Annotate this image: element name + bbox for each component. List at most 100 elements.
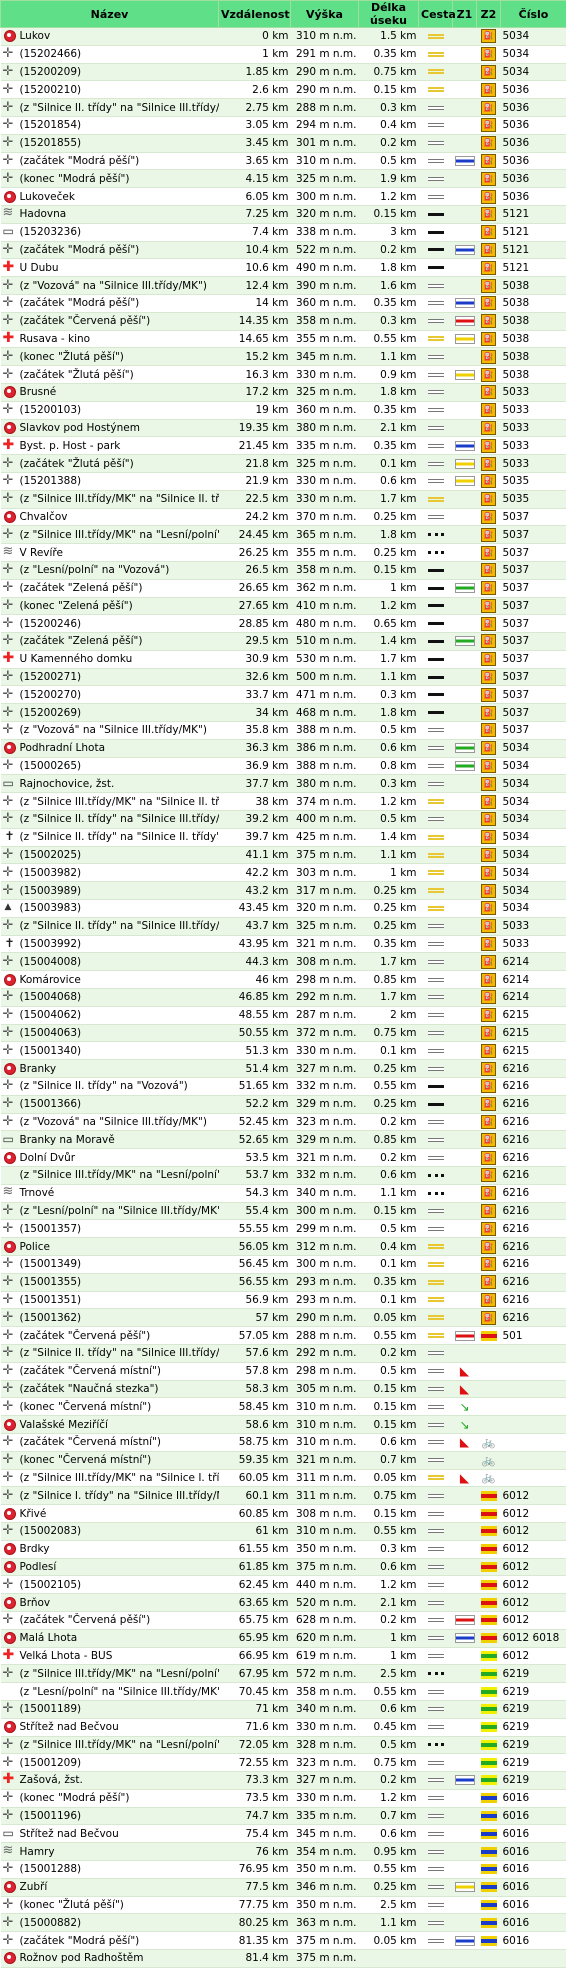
table-row[interactable]: (z "Silnice II. třídy" na "Silnice III.t… (0, 810, 566, 829)
table-row[interactable]: (15001196) 74.7 km335 m n.m.0.7 km 6016 (0, 1807, 566, 1826)
table-row[interactable]: (z "Silnice II. třídy" na "Silnice III.t… (0, 98, 566, 117)
table-row[interactable]: Zubří 77.5 km 346 m n.m. 0.25 km 6016 (0, 1878, 566, 1897)
table-row[interactable]: (začátek "Žlutá pěší") 21.8 km325 m n.m.0… (0, 454, 566, 473)
table-row[interactable]: (15002083) 61 km310 m n.m.0.55 km 6012 (0, 1522, 566, 1541)
table-row[interactable]: Zašová, žst. 73.3 km327 m n.m.0.2 km 6219 (0, 1771, 566, 1790)
table-row[interactable]: Střítež nad Bečvou 75.4 km345 m n.m.0.6 k… (0, 1824, 566, 1844)
table-row[interactable]: Malá Lhota 65.95 km 620 m n.m. 1 km 6012 601… (0, 1629, 566, 1648)
table-row[interactable]: (začátek "Zelená pěší") 29.5 km510 m n.m.… (0, 632, 566, 651)
table-row[interactable]: Branky 51.4 km 327 m n.m. 0.25 km ⛽ 6216 (0, 1059, 566, 1079)
table-row[interactable]: (z "Silnice I. třídy" na "Silnice III.tř… (0, 1486, 566, 1506)
table-row[interactable]: Hamry 76 km354 m n.m.0.95 km 6016 (0, 1842, 566, 1862)
table-row[interactable]: (15201855) 3.45 km301 m n.m.0.2 km ⛽ 5036 (0, 134, 566, 153)
table-row[interactable]: (15200103) 19 km360 m n.m.0.35 km ⛽ 5033 (0, 401, 566, 420)
table-row[interactable]: (15001355) 56.55 km293 m n.m.0.35 km ⛽ 6216 (0, 1273, 566, 1292)
table-row[interactable]: Brňov 63.65 km 520 m n.m. 2.1 km 6012 (0, 1593, 566, 1612)
table-row[interactable]: (začátek "Zelená pěší") 26.65 km362 m n.m… (0, 579, 566, 598)
table-row[interactable]: (15001209) 72.55 km323 m n.m.0.75 km 6219 (0, 1753, 566, 1773)
table-row[interactable]: (z "Silnice II. třídy" na "Vozová") 51.65… (0, 1077, 566, 1096)
table-row[interactable]: (15200269) 34 km468 m n.m.1.8 km ⛽ 5037 (0, 703, 566, 723)
table-row[interactable]: (začátek "Modrá pěší") 3.65 km310 m n.m.0… (0, 152, 566, 171)
table-row[interactable]: (začátek "Naučná stezka") 58.3 km305 m n.… (0, 1380, 566, 1399)
col-road-header[interactable]: Cesta (418, 0, 456, 28)
table-row[interactable]: (15001357) 55.55 km299 m n.m.0.5 km ⛽ 6216 (0, 1219, 566, 1239)
table-row[interactable]: Lukov 0 km 310 m n.m. 1.5 km ⛽ 5034 (0, 27, 566, 46)
table-row[interactable]: Podhradní Lhota 36.3 km 386 m n.m. 0.6 km ⛽ 5… (0, 739, 566, 758)
table-row[interactable]: (z "Lesní/polní" na "Vozová") 26.5 km358 … (0, 561, 566, 580)
table-row[interactable]: (z "Vozová" na "Silnice III.třídy/MK") 12… (0, 276, 566, 295)
table-row[interactable]: (15002105) 62.45 km440 m n.m.1.2 km 6012 (0, 1575, 566, 1595)
table-row[interactable]: (15001366) 52.2 km329 m n.m.0.25 km ⛽ 6216 (0, 1095, 566, 1114)
table-row[interactable]: U Kamenného domku 30.9 km530 m n.m.1.7 km… (0, 650, 566, 669)
table-row[interactable]: Valašské Meziříčí 58.6 km 310 m n.m. 0.15 k… (0, 1415, 566, 1434)
table-row[interactable]: (15001288) 76.95 km350 m n.m.0.55 km 6016 (0, 1860, 566, 1879)
table-row[interactable]: Rusava - kino 14.65 km355 m n.m.0.55 km ⛽ 5… (0, 330, 566, 349)
table-row[interactable]: (15001189) 71 km340 m n.m.0.6 km 6219 (0, 1700, 566, 1719)
table-row[interactable]: (z "Silnice III.třídy/MK" na "Silnice II… (0, 490, 566, 509)
table-row[interactable]: (15200271) 32.6 km500 m n.m.1.1 km ⛽ 5037 (0, 668, 566, 687)
table-row[interactable]: (z "Silnice III.třídy/MK" na "Lesní/poln… (0, 525, 566, 545)
table-row[interactable]: (15003982) 42.2 km303 m n.m.1 km ⛽ 5034 (0, 863, 566, 883)
col-segment-header[interactable]: Délka úseku (358, 0, 419, 28)
table-row[interactable]: (15000882) 80.25 km363 m n.m.1.1 km 6016 (0, 1913, 566, 1933)
table-row[interactable]: (konec "Žlutá pěší") 15.2 km345 m n.m.1.1… (0, 347, 566, 367)
table-row[interactable]: Trnové 54.3 km340 m n.m.1.1 km ⛽ 6216 (0, 1184, 566, 1203)
table-row[interactable]: Velká Lhota - BUS 66.95 km619 m n.m.1 km 6… (0, 1647, 566, 1666)
col-z1-header[interactable]: Z1 (452, 0, 477, 28)
table-row[interactable]: (začátek "Červená místní") 57.8 km298 m n… (0, 1362, 566, 1381)
table-row[interactable]: (z "Silnice II. třídy" na "Silnice II. t… (0, 828, 566, 847)
table-row[interactable]: (z "Vozová" na "Silnice III.třídy/MK") 35… (0, 721, 566, 740)
table-row[interactable]: Komárovice 46 km 298 m n.m. 0.85 km ⛽ 6214 (0, 970, 566, 990)
table-row[interactable]: (z "Silnice III.třídy/MK" na "Silnice I.… (0, 1469, 566, 1488)
col-name-header[interactable]: Název (0, 0, 219, 28)
table-row[interactable]: (15001362) 57 km290 m n.m.0.05 km ⛽ 6216 (0, 1308, 566, 1328)
table-row[interactable]: (z "Silnice II. třídy" na "Silnice III.t… (0, 1344, 566, 1363)
col-z2-header[interactable]: Z2 (476, 0, 501, 28)
table-row[interactable]: (15001340) 51.3 km330 m n.m.0.1 km ⛽ 6215 (0, 1041, 566, 1061)
table-row[interactable]: (15003989) 43.2 km317 m n.m.0.25 km ⛽ 5034 (0, 881, 566, 901)
table-row[interactable]: (15003992) 43.95 km321 m n.m.0.35 km ⛽ 5033 (0, 935, 566, 954)
table-row[interactable]: Brdky 61.55 km 350 m n.m. 0.3 km 6012 (0, 1540, 566, 1559)
table-row[interactable]: (15200210) 2.6 km290 m n.m.0.15 km ⛽ 5036 (0, 80, 566, 100)
table-row[interactable]: (15004063) 50.55 km372 m n.m.0.75 km ⛽ 6215 (0, 1024, 566, 1043)
table-row[interactable]: Střítež nad Bečvou 71.6 km 330 m n.m. 0.45 … (0, 1718, 566, 1737)
table-row[interactable]: (15000265) 36.9 km388 m n.m.0.8 km ⛽ 5034 (0, 757, 566, 776)
table-row[interactable]: U Dubu 10.6 km490 m n.m.1.8 km ⛽ 5121 (0, 258, 566, 278)
table-row[interactable]: (15004008) 44.3 km308 m n.m.1.7 km ⛽ 6214 (0, 952, 566, 972)
table-row[interactable]: (konec "Modrá pěší") 73.5 km330 m n.m.1.2… (0, 1789, 566, 1808)
table-row[interactable]: (začátek "Žlutá pěší") 16.3 km330 m n.m.0… (0, 365, 566, 384)
table-row[interactable]: (15200209) 1.85 km290 m n.m.0.75 km ⛽ 5034 (0, 63, 566, 82)
table-row[interactable]: (konec "Červená místní") 59.35 km321 m n.… (0, 1451, 566, 1470)
table-row[interactable]: (15001351) 56.9 km293 m n.m.0.1 km ⛽ 6216 (0, 1291, 566, 1310)
table-row[interactable]: (15201388) 21.9 km330 m n.m.0.6 km ⛽ 5035 (0, 472, 566, 491)
table-row[interactable]: (z "Silnice III.třídy/MK" na "Lesní/poln… (0, 1166, 566, 1185)
table-row[interactable]: (začátek "Modrá pěší") 81.35 km375 m n.m.… (0, 1931, 566, 1951)
table-row[interactable]: (z "Lesní/polní" na "Silnice III.třídy/M… (0, 1202, 566, 1221)
table-row[interactable]: (konec "Červená místní") 58.45 km310 m n.… (0, 1397, 566, 1417)
table-row[interactable]: (začátek "Modrá pěší") 10.4 km522 m n.m.0… (0, 241, 566, 260)
table-row[interactable]: (15001349) 56.45 km300 m n.m.0.1 km ⛽ 6216 (0, 1255, 566, 1274)
table-row[interactable]: Křivé 60.85 km 308 m n.m. 0.15 km 6012 (0, 1504, 566, 1523)
table-row[interactable]: (z "Silnice II. třídy" na "Silnice III.t… (0, 917, 566, 936)
table-row[interactable]: (začátek "Červená pěší") 14.35 km358 m n.… (0, 312, 566, 331)
table-row[interactable]: (15201854) 3.05 km294 m n.m.0.4 km ⛽ 5036 (0, 116, 566, 135)
table-row[interactable]: (15002025) 41.1 km375 m n.m.1.1 km ⛽ 5034 (0, 846, 566, 865)
table-row[interactable]: Chvalčov 24.2 km 370 m n.m. 0.25 km ⛽ 5037 (0, 508, 566, 527)
table-row[interactable]: Lukoveček 6.05 km 300 m n.m. 1.2 km ⛽ 5036 (0, 187, 566, 206)
table-row[interactable]: (z "Vozová" na "Silnice III.třídy/MK") 52… (0, 1113, 566, 1132)
table-row[interactable]: Dolní Dvůr 53.5 km 321 m n.m. 0.2 km ⛽ 6216 (0, 1148, 566, 1167)
table-row[interactable]: (15200270) 33.7 km471 m n.m.0.3 km ⛽ 5037 (0, 685, 566, 705)
table-row[interactable]: Branky na Moravě 52.65 km329 m n.m.0.85 k… (0, 1130, 566, 1150)
table-row[interactable]: (15004068) 46.85 km292 m n.m.1.7 km ⛽ 6214 (0, 988, 566, 1007)
table-row[interactable]: (z "Silnice III.třídy/MK" na "Lesní/poln… (0, 1664, 566, 1684)
table-row[interactable]: (15003983) 43.45 km320 m n.m.0.25 km ⛽ 5034 (0, 899, 566, 918)
table-row[interactable]: (z "Silnice III.třídy/MK" na "Silnice II… (0, 792, 566, 812)
table-row[interactable]: (začátek "Červená pěší") 57.05 km288 m n.… (0, 1326, 566, 1345)
table-row[interactable]: Hadovna 7.25 km320 m n.m.0.15 km ⛽ 5121 (0, 205, 566, 224)
table-row[interactable]: Podlesí 61.85 km 375 m n.m. 0.6 km 6012 (0, 1558, 566, 1577)
table-row[interactable]: V Revíře 26.25 km355 m n.m.0.25 km ⛽ 5037 (0, 543, 566, 562)
table-row[interactable]: Rajnochovice, žst. 37.7 km380 m n.m.0.3 k… (0, 774, 566, 794)
table-row[interactable]: (15203236) 7.4 km338 m n.m.3 km ⛽ 5121 (0, 223, 566, 242)
table-row[interactable]: (začátek "Červená pěší") 65.75 km628 m n.… (0, 1611, 566, 1630)
table-row[interactable]: (15004062) 48.55 km287 m n.m.2 km ⛽ 6215 (0, 1006, 566, 1025)
